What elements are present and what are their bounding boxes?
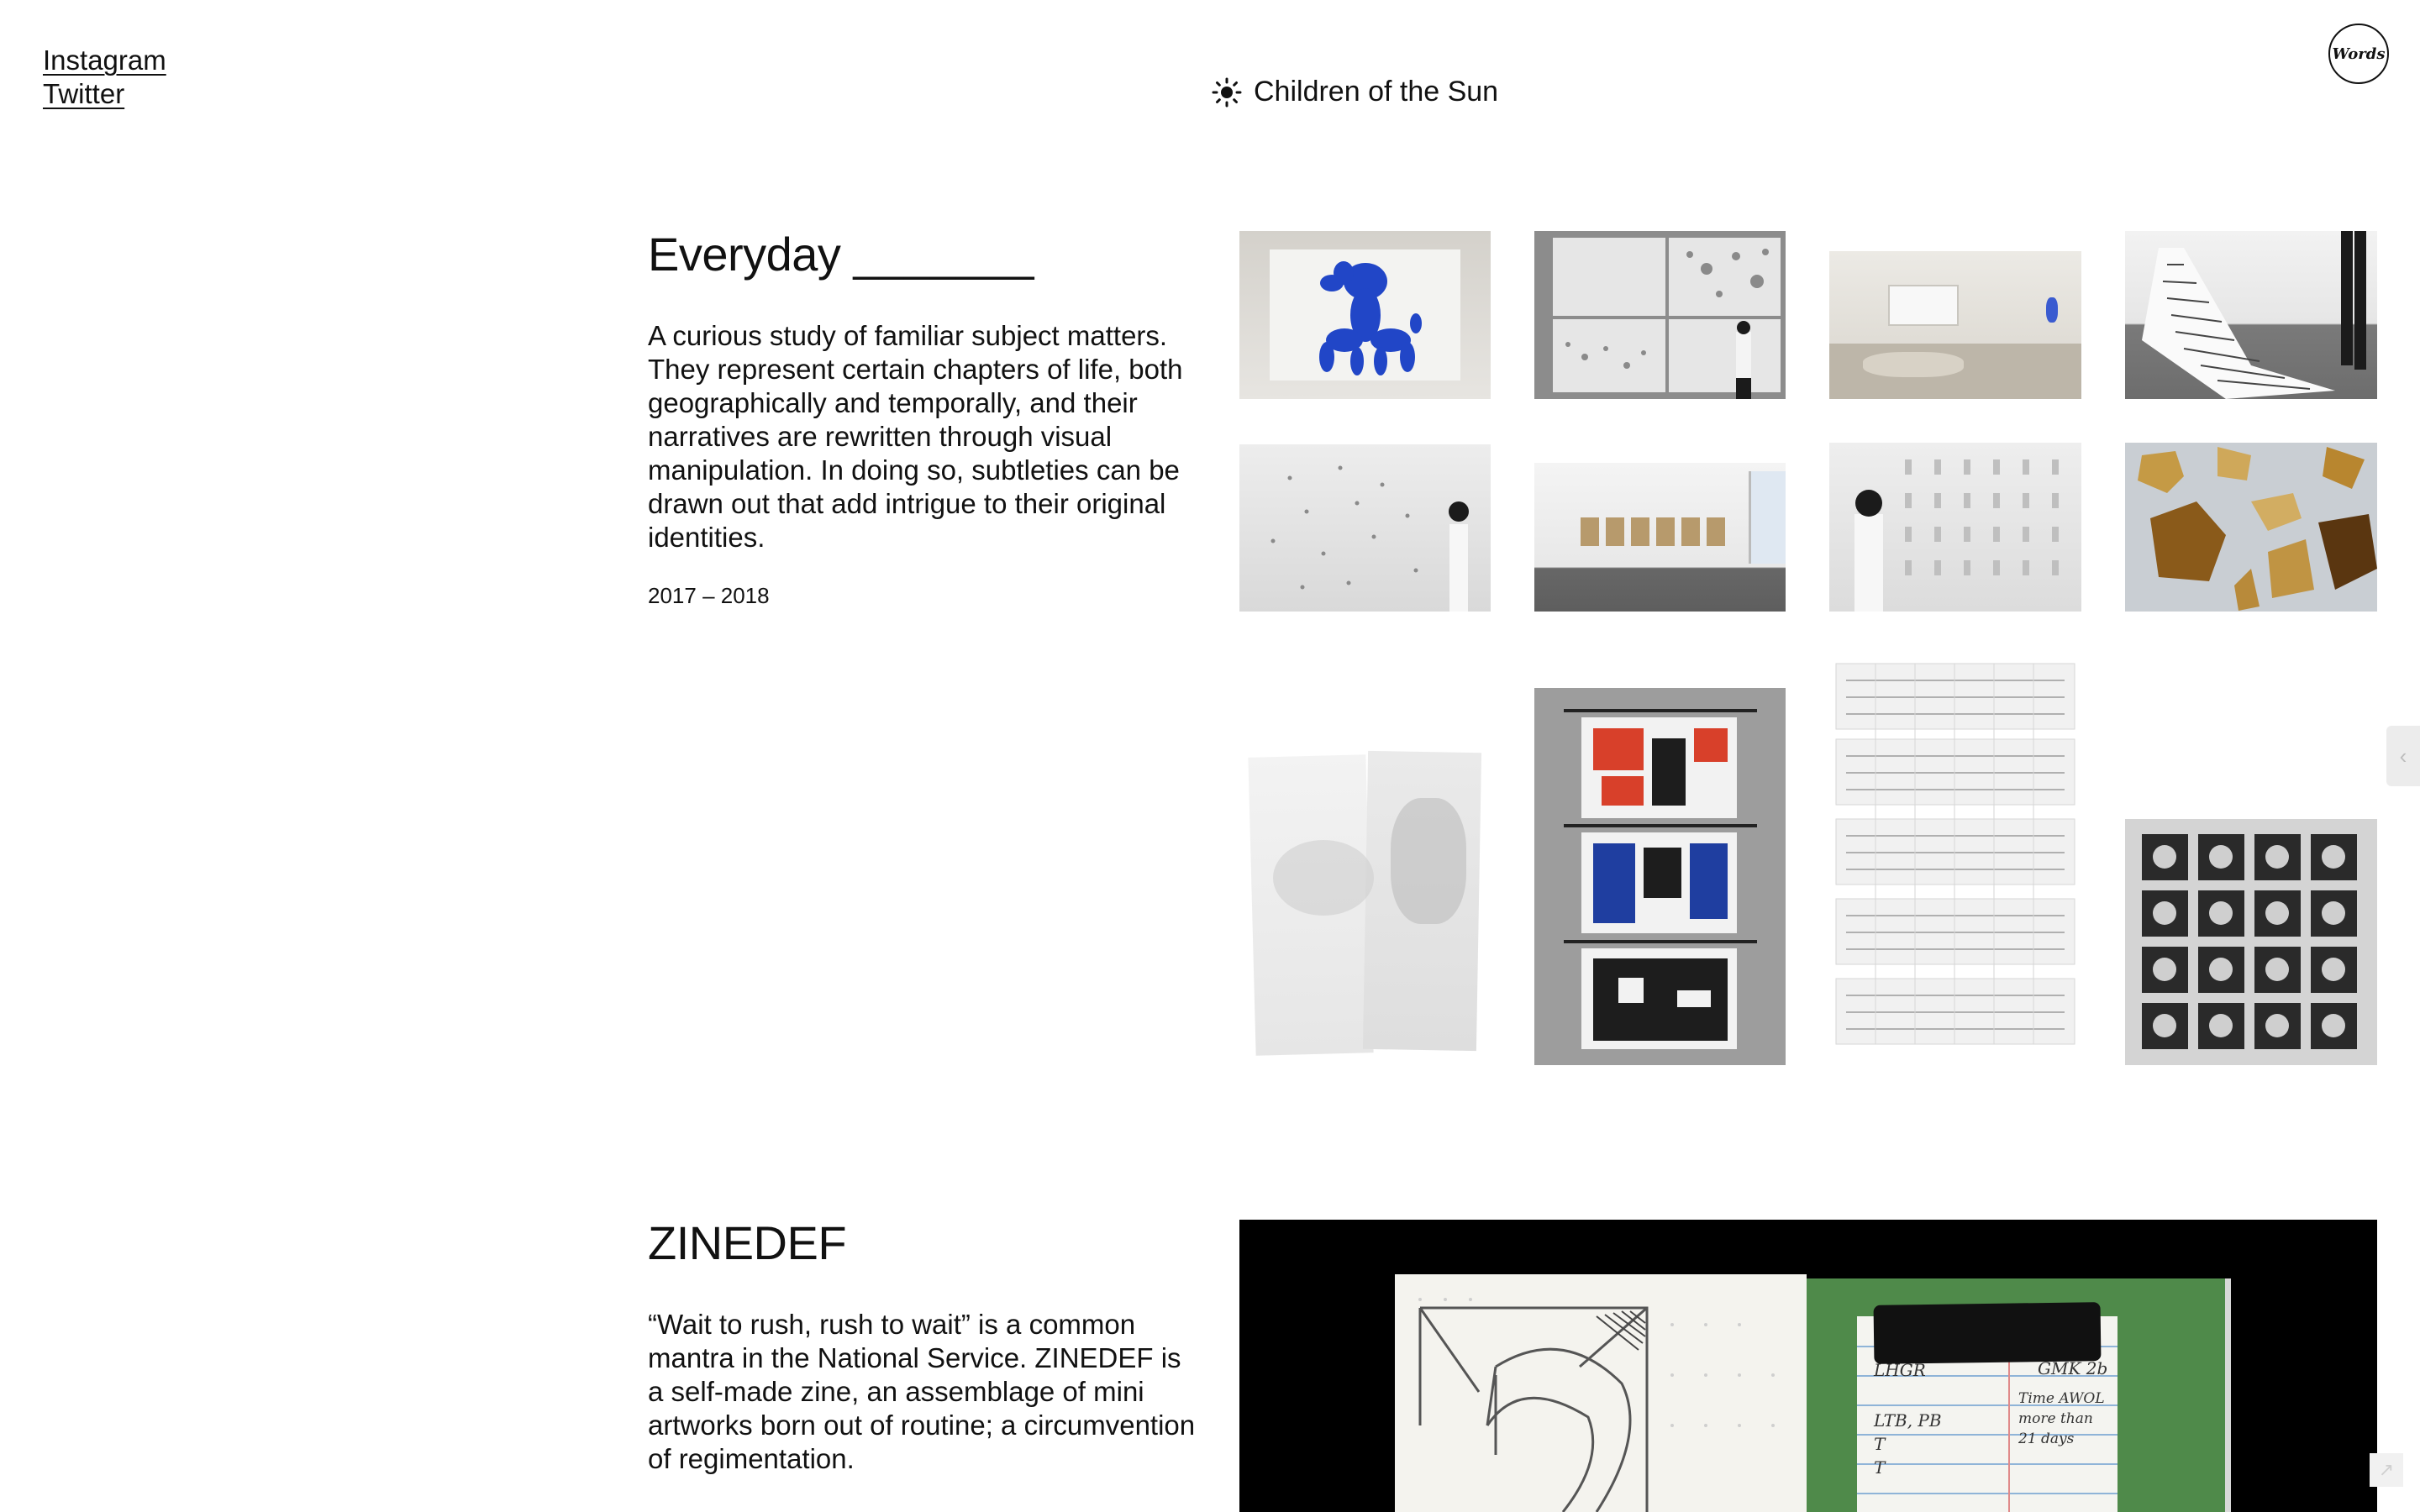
arrow-icon: ↗ xyxy=(2378,1459,2395,1480)
thumb-framed-row[interactable] xyxy=(1534,463,1786,612)
zine-note: T xyxy=(1874,1434,1886,1454)
project-years: 2017 – 2018 xyxy=(648,583,770,608)
thumb-balloon-dog[interactable] xyxy=(1239,231,1491,399)
chevron-left-icon: ‹ xyxy=(2399,743,2407,769)
project-title: Everyday _______ xyxy=(648,228,1034,281)
instagram-link[interactable]: Instagram xyxy=(43,44,166,77)
thumb-document-grid[interactable] xyxy=(1829,659,2081,1054)
zine-note: Time AWOL more than 21 days xyxy=(2018,1390,2105,1447)
project-description: A curious study of familiar subject matt… xyxy=(648,320,1183,553)
thumb-cloud-panels[interactable] xyxy=(1239,748,1491,1058)
brand-name: Children of the Sun xyxy=(1254,76,1499,108)
thumb-grid-wall[interactable] xyxy=(1829,443,2081,612)
thumb-wall-prints[interactable] xyxy=(1534,231,1786,399)
project-title: ZINEDEF xyxy=(648,1216,847,1269)
thumb-gallery-room[interactable] xyxy=(1829,251,2081,399)
words-button[interactable]: Words xyxy=(2328,24,2389,84)
thumb-scroll-installation[interactable] xyxy=(2125,231,2377,399)
thumb-color-blocks[interactable] xyxy=(1534,688,1786,1065)
site-brand[interactable]: Children of the Sun xyxy=(1212,76,1498,108)
sun-icon xyxy=(1212,77,1242,107)
twitter-link[interactable]: Twitter xyxy=(43,77,166,111)
zine-tape xyxy=(1873,1302,2102,1364)
zinedef-hero-image[interactable]: LHGR GMK 2b LTB, PB T T Time AWOL more t… xyxy=(1239,1220,2377,1512)
project-description: “Wait to rush, rush to wait” is a common… xyxy=(648,1309,1196,1474)
zine-note: T xyxy=(1874,1457,1886,1478)
zine-green-page: LHGR GMK 2b LTB, PB T T Time AWOL more t… xyxy=(1807,1278,2231,1512)
thumb-amber-shapes[interactable] xyxy=(2125,443,2377,612)
zine-sketch-page xyxy=(1395,1274,1807,1512)
thumb-dotted-wall[interactable] xyxy=(1239,444,1491,612)
thumb-portrait-grid[interactable] xyxy=(2125,819,2377,1065)
corner-arrow-button[interactable]: ↗ xyxy=(2370,1453,2403,1487)
gallery-prev-tab[interactable]: ‹ xyxy=(2386,726,2420,786)
zine-note: LTB, PB xyxy=(1874,1410,1942,1431)
social-links: Instagram Twitter xyxy=(43,44,166,111)
